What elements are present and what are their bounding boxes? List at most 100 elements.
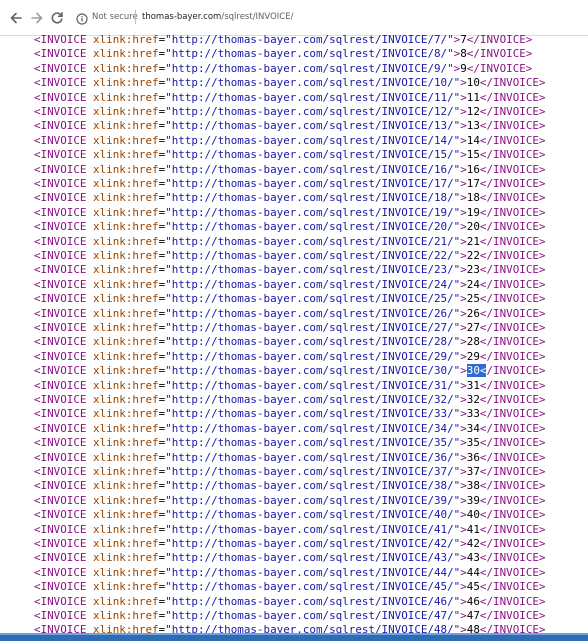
xml-line: <INVOICE xlink:href="http://thomas-bayer…: [34, 566, 546, 580]
invoice-number: 44: [466, 565, 480, 579]
xml-tag-close: >: [460, 364, 467, 378]
xml-attribute-name: xlink:href: [93, 349, 159, 363]
browser-window: Not secure thomas-bayer.com/sqlrest/INVO…: [0, 0, 588, 641]
invoice-number: 22: [466, 249, 480, 262]
xml-close-tag: </INVOICE>: [479, 407, 546, 421]
xml-attribute-value: "http://thomas-bayer.com/sqlrest/INVOICE…: [165, 47, 454, 61]
xml-close-tag: </INVOICE>: [479, 436, 546, 450]
back-button[interactable]: [6, 8, 26, 28]
xml-attribute-name: xlink:href: [93, 465, 159, 478]
xml-attribute-name: xlink:href: [93, 580, 159, 594]
xml-attribute-value: "http://thomas-bayer.com/sqlrest/INVOICE…: [165, 594, 461, 608]
xml-attribute-name: xlink:href: [93, 191, 159, 205]
xml-line: <INVOICE xlink:href="http://thomas-bayer…: [34, 76, 546, 90]
arrow-right-icon: [31, 12, 43, 24]
xml-open-tag: <INVOICE: [34, 537, 87, 550]
xml-attribute-value: "http://thomas-bayer.com/sqlrest/INVOICE…: [165, 565, 461, 579]
xml-attribute-name: xlink:href: [93, 565, 159, 579]
xml-attribute-value: "http://thomas-bayer.com/sqlrest/INVOICE…: [165, 522, 461, 536]
xml-line: <INVOICE xlink:href="http://thomas-bayer…: [34, 148, 546, 162]
xml-line: <INVOICE xlink:href="http://thomas-bayer…: [34, 119, 546, 133]
xml-open-tag: <INVOICE: [34, 263, 87, 277]
xml-attribute-value: "http://thomas-bayer.com/sqlrest/INVOICE…: [165, 191, 461, 205]
info-circle-icon[interactable]: [76, 10, 88, 25]
xml-open-tag: <INVOICE: [34, 508, 87, 522]
xml-attribute-name: xlink:href: [93, 522, 159, 536]
xml-close-tag: </INVOICE>: [479, 148, 546, 162]
xml-open-tag: <INVOICE: [34, 105, 87, 118]
forward-button[interactable]: [27, 8, 47, 28]
xml-open-tag: <INVOICE: [34, 220, 87, 234]
xml-attribute-value: "http://thomas-bayer.com/sqlrest/INVOICE…: [165, 321, 461, 334]
xml-attribute-name: xlink:href: [93, 364, 159, 378]
arrow-left-icon: [10, 12, 22, 24]
xml-open-tag: <INVOICE: [34, 205, 87, 219]
xml-attribute-value: "http://thomas-bayer.com/sqlrest/INVOICE…: [165, 393, 461, 406]
xml-attribute-name: xlink:href: [93, 61, 159, 75]
xml-line: <INVOICE xlink:href="http://thomas-bayer…: [34, 163, 546, 177]
xml-open-tag: <INVOICE: [34, 335, 87, 349]
xml-open-tag: <INVOICE: [34, 623, 87, 633]
security-label[interactable]: Not secure: [92, 11, 138, 23]
xml-line: <INVOICE xlink:href="http://thomas-bayer…: [34, 623, 546, 633]
invoice-number: 21: [466, 234, 480, 248]
invoice-number: 34: [466, 421, 480, 435]
xml-line: <INVOICE xlink:href="http://thomas-bayer…: [34, 134, 546, 148]
xml-open-tag: <INVOICE: [34, 177, 87, 190]
invoice-number: 23: [466, 263, 480, 277]
xml-open-tag: <INVOICE: [34, 378, 87, 392]
xml-attribute-name: xlink:href: [93, 407, 159, 421]
xml-attribute-name: xlink:href: [93, 508, 159, 522]
xml-line: <INVOICE xlink:href="http://thomas-bayer…: [34, 551, 546, 565]
xml-open-tag: <INVOICE: [34, 47, 87, 61]
xml-attribute-value: "http://thomas-bayer.com/sqlrest/INVOICE…: [165, 609, 461, 622]
xml-open-tag: <INVOICE: [34, 90, 87, 104]
xml-line: <INVOICE xlink:href="http://thomas-bayer…: [34, 321, 546, 335]
xml-open-tag: <INVOICE: [34, 321, 87, 334]
xml-attribute-name: xlink:href: [93, 436, 159, 450]
address-bar[interactable]: thomas-bayer.com/sqlrest/INVOICE/: [142, 11, 293, 23]
xml-line: <INVOICE xlink:href="http://thomas-bayer…: [34, 292, 546, 306]
xml-attribute-name: xlink:href: [93, 205, 159, 219]
xml-attribute-value: "http://thomas-bayer.com/sqlrest/INVOICE…: [165, 551, 461, 565]
xml-line: <INVOICE xlink:href="http://thomas-bayer…: [34, 422, 546, 436]
xml-open-tag: <INVOICE: [34, 565, 87, 579]
xml-attribute-value: "http://thomas-bayer.com/sqlrest/INVOICE…: [165, 450, 461, 464]
xml-close-tag: </INVOICE>: [479, 105, 546, 118]
xml-attribute-name: xlink:href: [93, 33, 159, 46]
xml-attribute-value: "http://thomas-bayer.com/sqlrest/INVOICE…: [165, 378, 461, 392]
xml-close-tag: </INVOICE>: [479, 205, 546, 219]
xml-attribute-value: "http://thomas-bayer.com/sqlrest/INVOICE…: [165, 76, 461, 90]
xml-close-tag: </INVOICE>: [466, 33, 533, 46]
xml-close-tag: </INVOICE>: [479, 263, 546, 277]
xml-line: <INVOICE xlink:href="http://thomas-bayer…: [34, 465, 546, 479]
xml-close-tag: </INVOICE>: [479, 191, 546, 205]
xml-close-tag: </INVOICE>: [479, 551, 546, 565]
xml-attribute-value: "http://thomas-bayer.com/sqlrest/INVOICE…: [165, 465, 461, 478]
xml-attribute-name: xlink:href: [93, 177, 159, 190]
xml-attribute-value: "http://thomas-bayer.com/sqlrest/INVOICE…: [165, 119, 461, 133]
invoice-number: 26: [466, 306, 480, 320]
xml-close-tag: </INVOICE>: [479, 465, 546, 478]
xml-attribute-value: "http://thomas-bayer.com/sqlrest/INVOICE…: [165, 148, 461, 162]
url-host: thomas-bayer.com: [142, 12, 222, 22]
xml-open-tag: <INVOICE: [34, 465, 87, 478]
xml-close-tag: </INVOICE>: [479, 292, 546, 306]
xml-line: <INVOICE xlink:href="http://thomas-bayer…: [34, 91, 546, 105]
invoice-number: 33: [466, 407, 480, 421]
xml-close-tag: </INVOICE>: [479, 378, 546, 392]
xml-line: <INVOICE xlink:href="http://thomas-bayer…: [34, 379, 546, 393]
xml-line: <INVOICE xlink:href="http://thomas-bayer…: [34, 249, 546, 263]
xml-attribute-name: xlink:href: [93, 234, 159, 248]
xml-line: <INVOICE xlink:href="http://thomas-bayer…: [34, 33, 532, 47]
xml-line: <INVOICE xlink:href="http://thomas-bayer…: [34, 62, 532, 76]
xml-attribute-name: xlink:href: [93, 306, 159, 320]
xml-line: <INVOICE xlink:href="http://thomas-bayer…: [34, 364, 545, 378]
xml-open-tag: <INVOICE: [34, 234, 87, 248]
xml-attribute-value: "http://thomas-bayer.com/sqlrest/INVOICE…: [165, 407, 461, 421]
reload-button[interactable]: [47, 8, 67, 28]
xml-close-tag: </INVOICE>: [479, 306, 546, 320]
xml-open-tag: <INVOICE: [34, 551, 87, 565]
xml-close-tag: </INVOICE>: [479, 133, 546, 147]
xml-line: <INVOICE xlink:href="http://thomas-bayer…: [34, 235, 546, 249]
